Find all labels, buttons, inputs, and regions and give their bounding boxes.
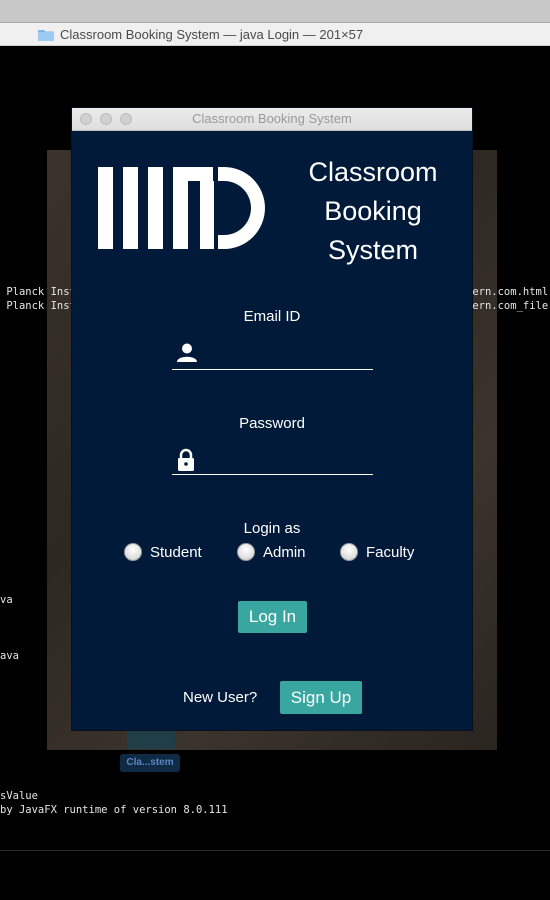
email-field[interactable] [172,339,373,370]
terminal-line: va [0,594,13,606]
app-title-line: Classroom [308,157,438,187]
login-panel: Classroom Booking System Email ID Passwo… [72,131,472,730]
login-button[interactable]: Log In [238,601,307,633]
dock-thumbnail [127,729,175,749]
terminal-line: tern.com_file [466,300,549,312]
terminal-line: ava [0,650,19,662]
divider [0,850,550,851]
terminal-title: Classroom Booking System — java Login — … [60,26,364,42]
radio-button[interactable] [124,543,142,561]
app-title-line: System [327,235,419,265]
app-titlebar: Classroom Booking System [72,108,472,131]
password-input[interactable] [206,444,370,474]
email-input[interactable] [206,339,370,369]
close-button[interactable] [80,113,92,125]
radio-student[interactable]: Student [124,543,202,561]
app-title-line: Booking [324,196,422,226]
user-icon [176,343,198,368]
terminal-line: tern.com.html [466,286,549,298]
terminal-line: Planck Inst [0,286,76,298]
new-user-text: New User? [183,689,258,706]
role-radio-group: Student Admin Faculty [72,543,472,567]
dock-app-label[interactable]: Cla...stem [120,754,180,772]
menu-bar [0,0,550,23]
password-field[interactable] [172,444,373,475]
folder-icon [38,28,54,41]
lock-icon [176,448,196,477]
email-label: Email ID [243,308,301,325]
terminal-titlebar: Classroom Booking System — java Login — … [0,23,550,46]
signup-button[interactable]: Sign Up [280,681,362,714]
radio-button[interactable] [237,543,255,561]
radio-faculty[interactable]: Faculty [340,543,414,561]
zoom-button[interactable] [120,113,132,125]
terminal-line: by JavaFX runtime of version 8.0.111 [0,804,228,816]
login-window: Classroom Booking System Classroom Booki… [72,108,472,730]
iiitd-logo-icon [98,167,266,256]
radio-button[interactable] [340,543,358,561]
radio-admin[interactable]: Admin [237,543,306,561]
app-window-title: Classroom Booking System [192,111,352,126]
radio-label: Student [150,543,202,561]
login-as-label: Login as [243,520,301,537]
app-title: Classroom Booking System [298,153,448,270]
radio-label: Faculty [366,543,415,561]
terminal-line: Planck Inst [0,300,76,312]
terminal-line: sValue [0,790,38,802]
radio-label: Admin [263,543,306,561]
password-label: Password [239,415,305,432]
minimize-button[interactable] [100,113,112,125]
